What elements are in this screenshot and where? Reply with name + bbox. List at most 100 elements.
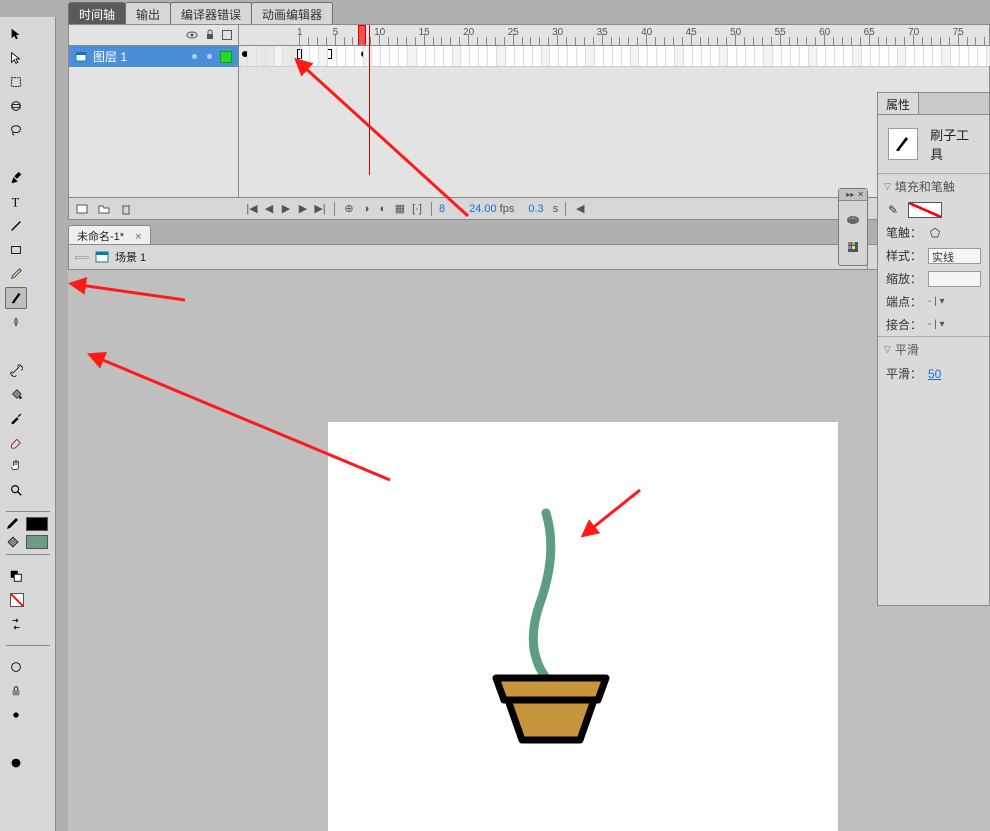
timeline-panel-tabs: 时间轴 输出 编译器错误 动画编辑器: [68, 2, 332, 24]
play-button[interactable]: ▶: [279, 202, 293, 216]
time-value: 0.3: [528, 203, 543, 215]
section-fill-stroke[interactable]: 填充和笔触: [878, 174, 989, 199]
style-label: 样式：: [886, 247, 922, 264]
pencil-tool[interactable]: [5, 263, 27, 285]
smooth-value[interactable]: 50: [928, 367, 941, 381]
section-smoothing[interactable]: 平滑: [878, 337, 989, 362]
collapse-icon[interactable]: ▸▸: [846, 190, 854, 199]
zoom-tool[interactable]: [5, 479, 27, 501]
close-tab-button[interactable]: ×: [135, 231, 141, 243]
tab-timeline[interactable]: 时间轴: [68, 2, 126, 24]
prev-frame-button[interactable]: ◀: [262, 202, 276, 216]
modify-markers-button[interactable]: [·]: [410, 202, 424, 216]
tab-output[interactable]: 输出: [125, 2, 171, 24]
3d-rotation-tool[interactable]: [5, 95, 27, 117]
svg-text:T: T: [12, 195, 20, 209]
current-frame: 8: [439, 203, 445, 215]
scale-dropdown[interactable]: [928, 271, 981, 287]
layer-icon: [75, 51, 87, 63]
pen-tool[interactable]: [5, 167, 27, 189]
deco-tool[interactable]: [5, 311, 27, 333]
tool-name: 刷子工具: [930, 125, 979, 163]
center-frame-button[interactable]: ⊕: [342, 202, 356, 216]
lasso-tool[interactable]: [5, 119, 27, 141]
tab-compiler-errors[interactable]: 编译器错误: [170, 2, 252, 24]
black-white-button[interactable]: [5, 565, 27, 587]
pencil-icon: ✎: [886, 203, 900, 217]
swap-colors-button[interactable]: [5, 613, 27, 635]
lock-icon[interactable]: [204, 29, 216, 41]
line-tool[interactable]: [5, 215, 27, 237]
stroke-slider-icon[interactable]: ⬠: [928, 226, 942, 240]
cap-dropdown[interactable]: - | ▾: [928, 296, 945, 307]
eraser-tool[interactable]: [5, 431, 27, 453]
tab-motion-editor[interactable]: 动画编辑器: [251, 2, 333, 24]
layer-footer: [69, 197, 239, 219]
last-frame-button[interactable]: ▶|: [313, 202, 327, 216]
tool-preview: [888, 128, 918, 160]
close-icon[interactable]: ✕: [857, 190, 864, 199]
time-label: s: [553, 203, 559, 215]
eyedropper-tool[interactable]: [5, 407, 27, 429]
option-lock-fill[interactable]: [5, 680, 27, 702]
new-layer-button[interactable]: [75, 202, 89, 216]
subselection-tool[interactable]: [5, 47, 27, 69]
cap-label: 端点：: [886, 293, 922, 310]
fill-color-row[interactable]: [4, 534, 51, 550]
option-brush-size[interactable]: [5, 704, 27, 726]
properties-panel: 属性 刷子工具 填充和笔触 ✎ 笔触： ⬠ 样式： 实线 缩放：: [877, 92, 990, 606]
canvas-artwork: [328, 422, 838, 831]
layer-header: [69, 25, 238, 46]
playhead[interactable]: [358, 25, 366, 46]
delete-layer-button[interactable]: [119, 202, 133, 216]
first-frame-button[interactable]: |◀: [245, 202, 259, 216]
new-folder-button[interactable]: [97, 202, 111, 216]
brush-tool[interactable]: [5, 287, 27, 309]
outline-icon[interactable]: [222, 30, 232, 40]
join-dropdown[interactable]: - | ▾: [928, 319, 945, 330]
playhead-line: [369, 25, 370, 175]
next-frame-button[interactable]: ▶: [296, 202, 310, 216]
hand-tool[interactable]: [5, 455, 27, 477]
selection-tool[interactable]: [5, 23, 27, 45]
scene-icon: [95, 250, 109, 264]
color-panel-button[interactable]: [846, 240, 860, 254]
paint-bucket-tool[interactable]: [5, 383, 27, 405]
document-tab-label: 未命名-1*: [77, 231, 124, 243]
fps-label: fps: [500, 203, 515, 215]
option-object-drawing[interactable]: [5, 656, 27, 678]
back-button[interactable]: ⟸: [75, 250, 89, 264]
option-brush-shape[interactable]: [5, 752, 27, 774]
stroke-label: 笔触：: [886, 224, 922, 241]
pencil-icon: [4, 516, 20, 532]
free-transform-tool[interactable]: [5, 71, 27, 93]
bone-tool[interactable]: [5, 359, 27, 381]
layer-row[interactable]: 图层 1: [69, 46, 238, 67]
join-label: 接合：: [886, 316, 922, 333]
rectangle-tool[interactable]: [5, 239, 27, 261]
layer-name: 图层 1: [93, 48, 127, 65]
edit-multiple-button[interactable]: ▦: [393, 202, 407, 216]
scroll-left-button[interactable]: ◀: [573, 202, 587, 216]
stroke-swatch[interactable]: [908, 202, 942, 218]
fill-color-swatch[interactable]: [26, 535, 48, 549]
tab-properties[interactable]: 属性: [878, 93, 919, 114]
document-tab[interactable]: 未命名-1* ×: [68, 225, 151, 244]
edit-bar: ⟸ 场景 1: [68, 244, 868, 270]
timeline-ruler[interactable]: 151015202530354045505560657075808590: [239, 25, 989, 46]
layer-outline-swatch[interactable]: [220, 51, 232, 63]
stroke-color-row[interactable]: [4, 516, 51, 532]
onion-outline-button[interactable]: ◐: [376, 202, 390, 216]
scale-label: 缩放：: [886, 270, 922, 287]
stage-canvas[interactable]: [328, 422, 838, 831]
frame-row[interactable]: [239, 46, 989, 67]
onion-skin-button[interactable]: ◑: [359, 202, 373, 216]
stage-area[interactable]: [68, 270, 990, 831]
bucket-icon: [4, 534, 20, 550]
style-dropdown[interactable]: 实线: [928, 248, 981, 264]
swatches-panel-button[interactable]: [846, 212, 860, 226]
eye-icon[interactable]: [186, 29, 198, 41]
no-color-button[interactable]: [5, 589, 27, 611]
text-tool[interactable]: T: [5, 191, 27, 213]
stroke-color-swatch[interactable]: [26, 517, 48, 531]
